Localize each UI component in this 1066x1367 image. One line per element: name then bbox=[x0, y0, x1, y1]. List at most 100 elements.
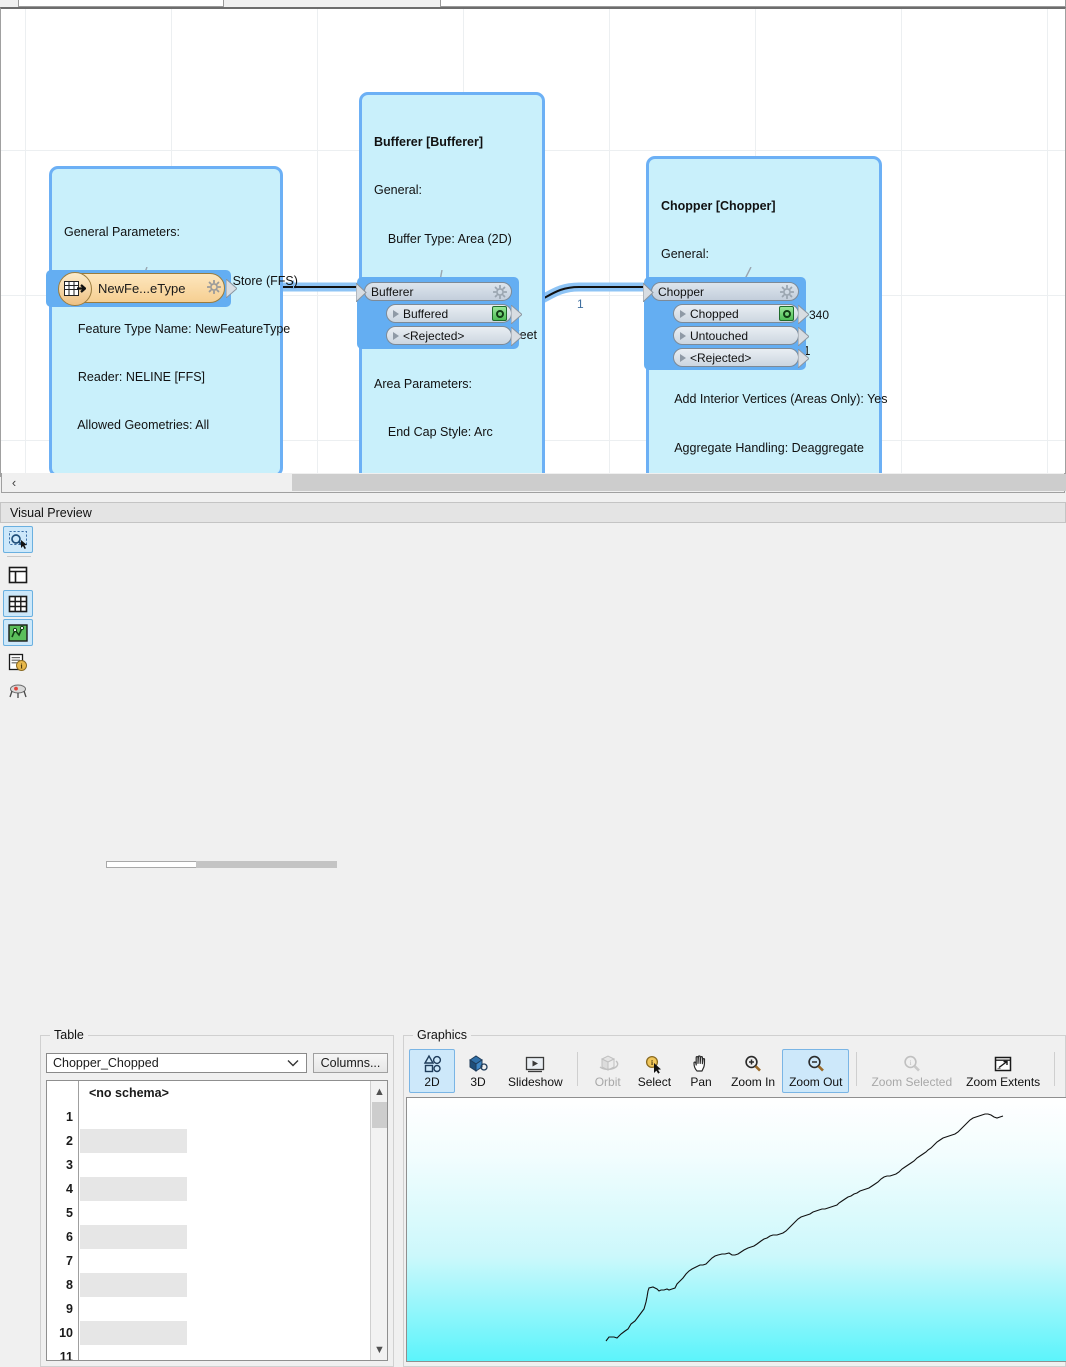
input-port-arrow[interactable] bbox=[643, 283, 654, 302]
scrollbar-thumb[interactable] bbox=[292, 474, 1066, 491]
zoom-in-icon bbox=[742, 1052, 764, 1076]
port-expand-icon[interactable] bbox=[680, 309, 686, 318]
scrollbar-thumb[interactable] bbox=[372, 1102, 387, 1128]
table-cell[interactable] bbox=[80, 1321, 187, 1345]
table-cell[interactable] bbox=[80, 1249, 187, 1273]
output-port-arrow[interactable] bbox=[798, 305, 809, 324]
table-row[interactable] bbox=[80, 1249, 369, 1273]
transformer-header-bufferer[interactable]: Bufferer bbox=[356, 282, 512, 302]
annotation-text-line: General Parameters: bbox=[64, 225, 181, 240]
row-number: 7 bbox=[66, 1254, 73, 1268]
table-view-icon[interactable] bbox=[3, 590, 33, 617]
row-number: 1 bbox=[66, 1110, 73, 1124]
columns-button[interactable]: Columns... bbox=[313, 1053, 388, 1073]
tool-pan[interactable]: Pan bbox=[678, 1049, 724, 1093]
tab-fragment[interactable] bbox=[440, 0, 1066, 7]
scroll-down-icon[interactable]: ▼ bbox=[371, 1341, 387, 1358]
tool-zoom-out[interactable]: Zoom Out bbox=[782, 1049, 850, 1093]
table-cell[interactable] bbox=[80, 1225, 187, 1249]
output-port-arrow[interactable] bbox=[798, 327, 809, 346]
annotation-text-line: Add Interior Vertices (Areas Only): Yes bbox=[661, 392, 888, 407]
table-vertical-scrollbar[interactable]: ▲ ▼ bbox=[370, 1081, 387, 1360]
feature-information-icon[interactable]: i bbox=[3, 648, 33, 675]
chevron-down-icon[interactable] bbox=[287, 1059, 299, 1068]
table-row[interactable] bbox=[80, 1129, 369, 1153]
transformer-node-bufferer[interactable]: Bufferer Buffered <Rejected> bbox=[356, 277, 522, 349]
output-port-arrow[interactable] bbox=[226, 279, 237, 298]
table-row[interactable] bbox=[80, 1177, 369, 1201]
output-port-chopped[interactable]: Chopped bbox=[673, 304, 809, 324]
table-cell[interactable] bbox=[80, 1153, 187, 1177]
table-row[interactable] bbox=[80, 1225, 369, 1249]
layout-panel-icon[interactable] bbox=[3, 561, 33, 588]
tool-label: Zoom In bbox=[731, 1075, 776, 1089]
table-row[interactable] bbox=[80, 1273, 369, 1297]
feature-inspect-icon[interactable] bbox=[3, 677, 33, 704]
transformer-node-chopper[interactable]: Chopper Chopped Untouched <Rejected> bbox=[643, 277, 809, 370]
tool-select-no-geometry[interactable]: Select No Geomet bbox=[1062, 1049, 1066, 1093]
inspect-badge-icon[interactable] bbox=[779, 306, 794, 321]
table-cell[interactable] bbox=[80, 1201, 187, 1225]
port-label: Buffered bbox=[403, 306, 449, 321]
tool-slideshow[interactable]: Slideshow bbox=[501, 1049, 570, 1093]
visual-preview-title: Visual Preview bbox=[0, 502, 1066, 523]
tool-select[interactable]: i Select bbox=[631, 1049, 678, 1093]
annotation-text-line: Feature Type Name: NewFeatureType bbox=[64, 321, 291, 336]
inspect-tool-icon[interactable] bbox=[3, 526, 33, 553]
output-port-arrow[interactable] bbox=[798, 349, 809, 368]
reader-annotation[interactable]: General Parameters: Reader Type: FME Fea… bbox=[49, 166, 298, 476]
table-column-header: <no schema> bbox=[89, 1086, 169, 1100]
output-port-untouched[interactable]: Untouched bbox=[673, 326, 809, 346]
port-expand-icon[interactable] bbox=[393, 309, 399, 318]
output-port-buffered[interactable]: Buffered bbox=[386, 304, 522, 324]
gear-icon[interactable] bbox=[779, 284, 795, 299]
table-cell[interactable] bbox=[80, 1273, 187, 1297]
reader-node-body[interactable]: NewFe...eType bbox=[58, 272, 237, 306]
port-expand-icon[interactable] bbox=[393, 331, 399, 340]
graphics-toolbar: 2D 3D Slideshow Orbit i Select Pan Zoom … bbox=[409, 1049, 1066, 1093]
scroll-left-icon[interactable]: ‹ bbox=[4, 474, 24, 491]
table-row[interactable] bbox=[80, 1105, 369, 1129]
graphics-view[interactable] bbox=[406, 1097, 1066, 1362]
annotation-text-line: End Cap Style: Arc bbox=[374, 424, 493, 439]
tool-2d[interactable]: 2D bbox=[409, 1049, 455, 1093]
graphics-view-icon[interactable] bbox=[3, 619, 33, 646]
svg-text:i: i bbox=[909, 1058, 911, 1067]
gear-icon[interactable] bbox=[492, 284, 508, 299]
output-port-rejected[interactable]: <Rejected> bbox=[386, 326, 522, 346]
table-cell[interactable] bbox=[80, 1129, 187, 1153]
gear-icon[interactable] bbox=[206, 279, 222, 297]
output-port-rejected[interactable]: <Rejected> bbox=[673, 348, 809, 368]
table-row[interactable] bbox=[80, 1201, 369, 1225]
inspect-badge-icon[interactable] bbox=[492, 306, 507, 321]
port-expand-icon[interactable] bbox=[680, 353, 686, 362]
input-port-arrow[interactable] bbox=[356, 283, 367, 302]
table-cell[interactable] bbox=[80, 1177, 187, 1201]
tool-zoom-in[interactable]: Zoom In bbox=[724, 1049, 782, 1093]
table-cell[interactable] bbox=[80, 1297, 187, 1321]
table-row[interactable] bbox=[80, 1345, 369, 1360]
table-horizontal-scrollbar-thumb[interactable] bbox=[196, 861, 337, 868]
workspace-canvas[interactable]: 1 1 General Parameters: Reader Type: FME… bbox=[0, 7, 1066, 477]
table-cell[interactable] bbox=[80, 1345, 187, 1360]
transformer-header-chopper[interactable]: Chopper bbox=[643, 282, 799, 302]
row-number: 6 bbox=[66, 1230, 73, 1244]
output-port-arrow[interactable] bbox=[511, 327, 522, 346]
table-select-dropdown[interactable]: Chopper_Chopped bbox=[46, 1053, 307, 1073]
output-port-arrow[interactable] bbox=[511, 305, 522, 324]
tool-zoom-extents[interactable]: Zoom Extents bbox=[959, 1049, 1047, 1093]
zoom-selected-icon: i bbox=[901, 1052, 923, 1076]
port-expand-icon[interactable] bbox=[680, 331, 686, 340]
table-row[interactable] bbox=[80, 1321, 369, 1345]
canvas-horizontal-scrollbar[interactable]: ‹ bbox=[1, 473, 1066, 493]
table-cell[interactable] bbox=[80, 1105, 187, 1129]
table-row[interactable] bbox=[80, 1153, 369, 1177]
row-number: 8 bbox=[66, 1278, 73, 1292]
table-grid[interactable]: 1 2 3 4 5 6 7 8 9 10 11 <no schema> ▲ ▼ bbox=[46, 1080, 388, 1361]
reader-node[interactable]: NewFe...eType bbox=[46, 270, 237, 307]
tool-3d[interactable]: 3D bbox=[455, 1049, 501, 1093]
table-row[interactable] bbox=[80, 1297, 369, 1321]
sidebar-divider bbox=[7, 556, 31, 557]
scroll-up-icon[interactable]: ▲ bbox=[371, 1083, 387, 1100]
tab-fragment[interactable] bbox=[18, 0, 224, 7]
